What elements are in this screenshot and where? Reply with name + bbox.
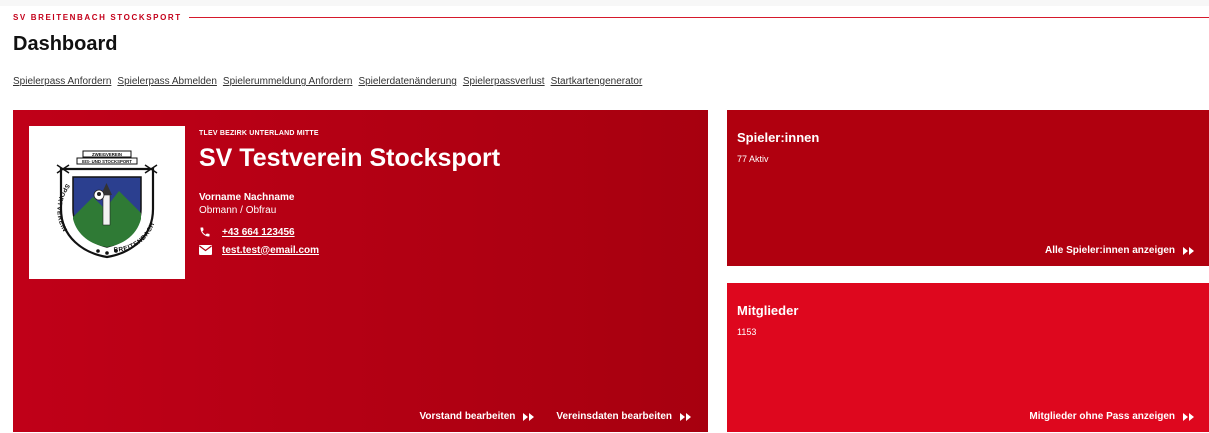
crest-text-1: ZWEIGVEREIN: [92, 152, 122, 157]
club-card: ZWEIGVEREIN EIS- UND STOCKSPORT SPORTVER…: [13, 110, 708, 432]
org-name: SV BREITENBACH STOCKSPORT: [13, 12, 182, 22]
nav-link-spielerpass-abmelden[interactable]: Spielerpass Abmelden: [117, 76, 217, 87]
contact-role: Obmann / Obfrau: [199, 205, 277, 216]
nav-link-spielerummeldung-anfordern[interactable]: Spielerummeldung Anfordern: [223, 76, 353, 87]
action-nav: Spielerpass Anfordern Spielerpass Abmeld…: [13, 76, 642, 87]
show-all-players-button[interactable]: Alle Spieler:innen anzeigen: [1045, 245, 1195, 256]
members-title: Mitglieder: [737, 303, 799, 318]
nav-link-spielerdatenaenderung[interactable]: Spielerdatenänderung: [358, 76, 456, 87]
phone-link[interactable]: +43 664 123456: [222, 227, 295, 238]
double-arrow-icon: [1183, 412, 1195, 421]
club-info: TLEV BEZIRK UNTERLAND MITTE SV Testverei…: [199, 130, 500, 256]
double-arrow-icon: [523, 412, 535, 421]
brand-header: SV BREITENBACH STOCKSPORT: [13, 12, 1209, 22]
mail-icon: [199, 244, 213, 256]
nav-link-spielerpassverlust[interactable]: Spielerpassverlust: [463, 76, 545, 87]
members-card: Mitglieder 1153 Mitglieder ohne Pass anz…: [727, 283, 1209, 432]
members-without-pass-button[interactable]: Mitglieder ohne Pass anzeigen: [1029, 411, 1195, 422]
contact-name: Vorname Nachname: [199, 192, 295, 203]
email-row: test.test@email.com: [199, 244, 500, 256]
edit-club-data-button[interactable]: Vereinsdaten bearbeiten: [556, 411, 692, 422]
double-arrow-icon: [680, 412, 692, 421]
club-name: SV Testverein Stocksport: [199, 144, 501, 172]
members-without-pass-label: Mitglieder ohne Pass anzeigen: [1029, 411, 1175, 422]
players-title: Spieler:innen: [737, 130, 820, 145]
edit-board-button[interactable]: Vorstand bearbeiten: [419, 411, 535, 422]
phone-row: +43 664 123456: [199, 226, 500, 238]
phone-icon: [199, 226, 213, 238]
club-crest-icon: ZWEIGVEREIN EIS- UND STOCKSPORT SPORTVER…: [55, 150, 158, 258]
club-logo: ZWEIGVEREIN EIS- UND STOCKSPORT SPORTVER…: [29, 126, 185, 279]
email-link[interactable]: test.test@email.com: [222, 245, 319, 256]
top-bar: [0, 0, 1209, 6]
members-count: 1153: [737, 327, 757, 337]
double-arrow-icon: [1183, 246, 1195, 255]
club-district: TLEV BEZIRK UNTERLAND MITTE: [199, 130, 319, 137]
edit-board-label: Vorstand bearbeiten: [419, 411, 516, 422]
show-all-players-label: Alle Spieler:innen anzeigen: [1044, 245, 1175, 256]
nav-link-spielerpass-anfordern[interactable]: Spielerpass Anfordern: [13, 76, 111, 87]
crest-text-2: EIS- UND STOCKSPORT: [82, 159, 132, 164]
edit-club-data-label: Vereinsdaten bearbeiten: [556, 411, 672, 422]
players-count: 77 Aktiv: [737, 154, 769, 164]
club-card-actions: Vorstand bearbeiten Vereinsdaten bearbei…: [419, 411, 692, 422]
page-title: Dashboard: [13, 33, 118, 55]
players-card: Spieler:innen 77 Aktiv Alle Spieler:inne…: [727, 110, 1209, 266]
brand-divider: [188, 16, 1209, 18]
nav-link-startkartengenerator[interactable]: Startkartengenerator: [551, 76, 643, 87]
